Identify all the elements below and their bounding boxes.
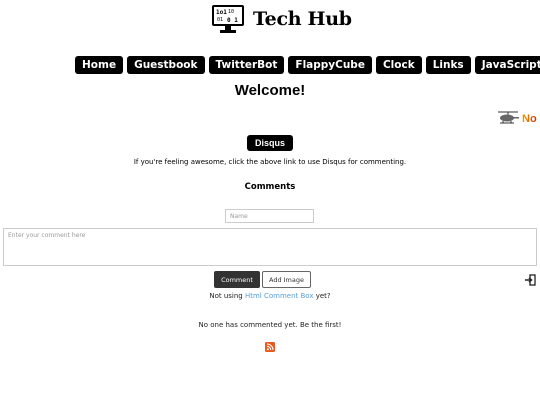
nav-javascript[interactable]: JavaScript — [474, 56, 540, 74]
name-field[interactable] — [225, 209, 314, 223]
comment-button[interactable]: Comment — [214, 271, 260, 288]
disqus-note: If you're feeling awesome, click the abo… — [133, 158, 407, 166]
comment-field[interactable] — [3, 228, 537, 266]
svg-text:01: 01 — [217, 17, 223, 23]
nav-guestbook[interactable]: Guestbook — [127, 56, 205, 74]
nav-clock[interactable]: Clock — [375, 56, 422, 74]
binary-monitor-icon: 1o1 10 01 0 1 — [211, 4, 245, 34]
main-nav: Home Guestbook TwitterBot FlappyCube Clo… — [75, 56, 540, 74]
site-title: Tech Hub — [253, 8, 352, 30]
page-title: Welcome! — [234, 82, 306, 99]
add-image-button[interactable]: Add Image — [262, 271, 311, 288]
site-logo[interactable]: 1o1 10 01 0 1 Tech Hub — [211, 3, 352, 35]
login-icon[interactable] — [524, 271, 536, 286]
nav-twitterbot[interactable]: TwitterBot — [208, 56, 285, 74]
disqus-button[interactable]: Disqus — [247, 135, 293, 151]
side-banner-text: No — [522, 113, 537, 125]
nav-home[interactable]: Home — [75, 56, 124, 74]
svg-text:10: 10 — [228, 9, 234, 15]
helicopter-icon — [496, 110, 520, 126]
promo-prefix: Not using — [209, 292, 245, 300]
promo-suffix: yet? — [313, 292, 331, 300]
svg-text:1o1: 1o1 — [216, 9, 227, 16]
svg-text:0 1: 0 1 — [227, 17, 238, 24]
rss-icon[interactable] — [265, 337, 275, 352]
nav-links[interactable]: Links — [425, 56, 471, 74]
promo-text: Not using Html Comment Box yet? — [0, 292, 540, 300]
empty-comments-message: No one has commented yet. Be the first! — [198, 321, 342, 329]
html-comment-box-link[interactable]: Html Comment Box — [245, 292, 314, 300]
nav-flappycube[interactable]: FlappyCube — [288, 56, 372, 74]
comments-heading: Comments — [244, 182, 296, 192]
